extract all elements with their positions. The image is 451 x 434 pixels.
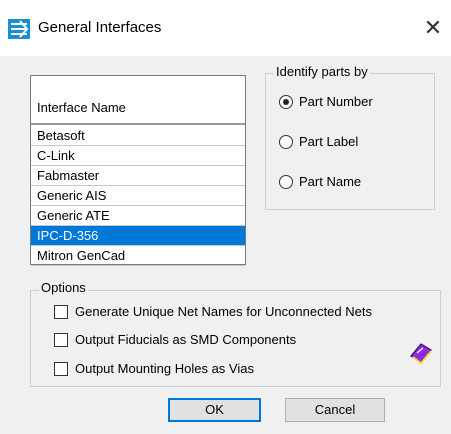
radio-button[interactable]: [279, 94, 293, 109]
list-header-label: Interface Name: [37, 100, 126, 115]
checkbox-fiducials-smd[interactable]: Output Fiducials as SMD Components: [54, 332, 296, 347]
cancel-button[interactable]: Cancel: [285, 398, 385, 422]
list-item[interactable]: IPC-D-356: [31, 226, 245, 246]
close-icon: ✕: [423, 15, 443, 40]
checkbox-label: Generate Unique Net Names for Unconnecte…: [75, 304, 372, 319]
checkbox-mounting-holes-vias[interactable]: Output Mounting Holes as Vias: [54, 361, 254, 376]
ok-button-label: OK: [205, 402, 224, 417]
interface-list[interactable]: Interface Name Betasoft C-Link Fabmaster Ge…: [30, 75, 246, 266]
title-bar: General Interfaces ✕: [0, 0, 451, 56]
list-item[interactable]: Betasoft: [31, 126, 245, 146]
list-item[interactable]: Fabmaster: [31, 166, 245, 186]
radio-label: Part Name: [299, 174, 362, 189]
close-button[interactable]: ✕: [416, 12, 450, 44]
checkbox[interactable]: [54, 304, 68, 319]
list-header[interactable]: Interface Name: [31, 76, 245, 125]
checkbox[interactable]: [54, 332, 68, 347]
checkbox[interactable]: [54, 361, 68, 376]
cancel-button-label: Cancel: [314, 402, 356, 417]
general-interfaces-icon: [8, 19, 30, 39]
options-legend: Options: [39, 280, 88, 295]
list-rows: Betasoft C-Link Fabmaster Generic AIS Generi…: [31, 126, 245, 266]
checkbox-label: Output Mounting Holes as Vias: [75, 361, 254, 376]
list-item[interactable]: Mitron GenCad: [31, 246, 245, 266]
radio-part-label[interactable]: Part Label: [279, 134, 358, 149]
checkbox-label: Output Fiducials as SMD Components: [75, 332, 297, 347]
list-item[interactable]: C-Link: [31, 146, 245, 166]
radio-button[interactable]: [279, 174, 293, 189]
radio-button[interactable]: [279, 134, 293, 149]
radio-part-name[interactable]: Part Name: [279, 174, 361, 189]
list-item[interactable]: Generic ATE: [31, 206, 245, 226]
ok-button[interactable]: OK: [168, 398, 261, 422]
radio-part-number[interactable]: Part Number: [279, 94, 373, 109]
window-title: General Interfaces: [38, 19, 162, 36]
radio-label: Part Label: [299, 134, 359, 149]
list-item[interactable]: Generic AIS: [31, 186, 245, 206]
radio-label: Part Number: [299, 94, 373, 109]
help-book-icon[interactable]: [407, 340, 435, 366]
checkbox-unique-net-names[interactable]: Generate Unique Net Names for Unconnecte…: [54, 304, 372, 319]
dialog-body: Interface Name Betasoft C-Link Fabmaster Ge…: [0, 56, 451, 434]
identify-parts-legend: Identify parts by: [274, 64, 370, 79]
